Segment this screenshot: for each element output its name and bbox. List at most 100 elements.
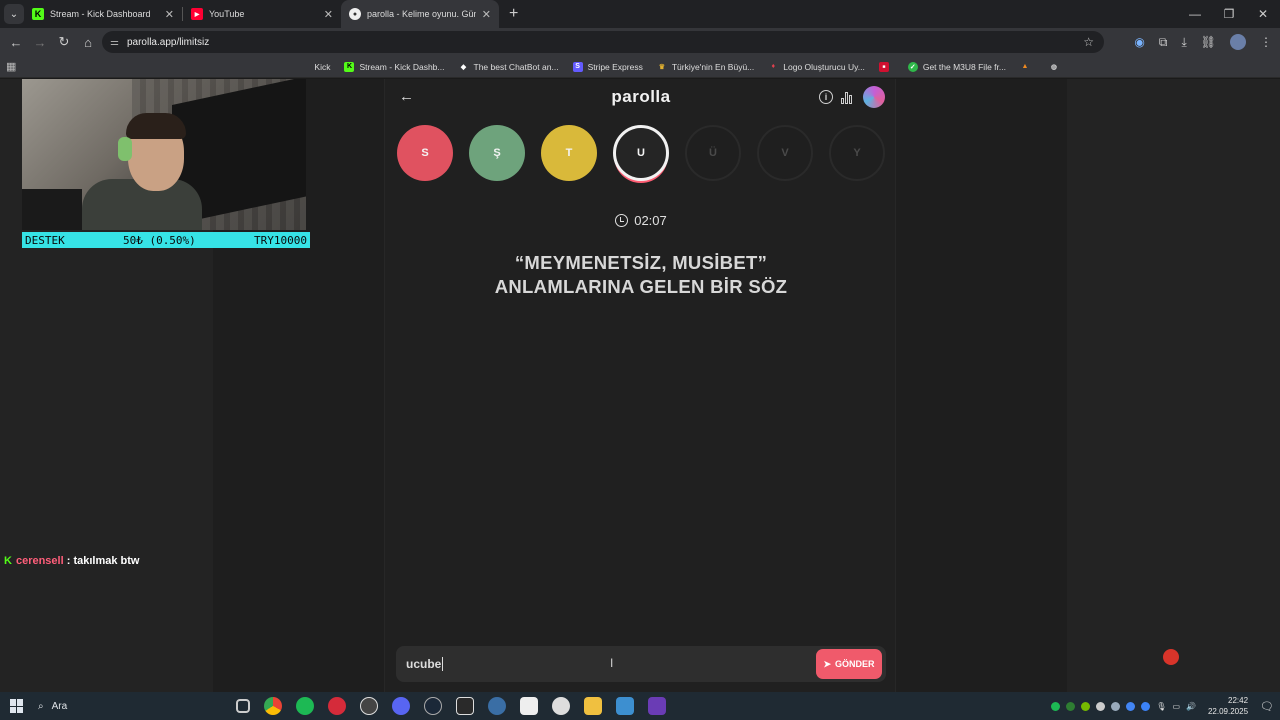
kick-icon: K [344, 61, 355, 72]
taskbar-apps [236, 697, 666, 715]
close-window-button[interactable]: ✕ [1246, 0, 1280, 28]
app-gear-icon[interactable] [616, 697, 634, 715]
spotify-tray-icon[interactable] [1051, 701, 1061, 711]
media-icon[interactable]: ◉ [1134, 35, 1144, 49]
notification-icon[interactable]: 🗨 [1260, 700, 1274, 713]
chrome-tray-icon[interactable] [1126, 701, 1136, 711]
answer-input[interactable]: ucube I ➤ GÖNDER [396, 646, 886, 682]
tomato-icon [1163, 649, 1179, 665]
system-clock[interactable]: 22:42 22.09.2025 [1208, 695, 1248, 717]
browser-toolbar: ← → ↻ ⌂ ⚌ parolla.app/limitsiz ☆ ◉ ⧉ ⤓ ⛓… [0, 28, 1280, 56]
tray-icon[interactable] [1096, 701, 1106, 711]
bookmark-label: Kick [314, 61, 331, 72]
microphone-icon[interactable]: 🎙 [1156, 702, 1166, 711]
letter-current: U [613, 125, 669, 181]
capcut-icon[interactable] [520, 697, 538, 715]
app-circle-icon[interactable] [360, 697, 378, 715]
reload-icon[interactable]: ↻ [52, 34, 76, 50]
bookmark-label: Türkiye'nin En Büyü... [671, 61, 755, 72]
info-icon[interactable]: i [819, 90, 833, 104]
close-icon[interactable]: ✕ [482, 8, 491, 21]
address-bar[interactable]: ⚌ parolla.app/limitsiz ☆ [102, 31, 1104, 53]
app-purple-icon[interactable] [648, 697, 666, 715]
windows-start-icon[interactable] [10, 699, 24, 713]
clock-date: 22.09.2025 [1207, 707, 1249, 716]
search-placeholder: Ara [51, 700, 68, 712]
taskbar-search[interactable]: ⌕ Ara [38, 695, 228, 717]
steam-icon[interactable] [424, 697, 442, 715]
extensions-icon[interactable]: ⧉ [1159, 35, 1168, 50]
letter-correct: Ş [469, 125, 525, 181]
tab-search-button[interactable]: ⌄ [4, 4, 24, 24]
chrome-icon[interactable] [264, 697, 282, 715]
obs-icon[interactable] [552, 697, 570, 715]
bookmark-stream-kick[interactable]: K Stream - Kick Dashb... [344, 61, 445, 72]
steam-tray-icon[interactable] [1111, 701, 1121, 711]
bookmark-kick[interactable]: Kick [314, 62, 330, 72]
close-icon[interactable]: ✕ [165, 8, 174, 21]
chair [22, 189, 82, 230]
bookmark-label: Stream - Kick Dashb... [359, 61, 445, 72]
bookmark-m3u8[interactable]: ✓ Get the M3U8 File fr... [907, 61, 1006, 72]
tab-youtube[interactable]: ▶ YouTube ✕ [183, 0, 341, 28]
app-blue-icon[interactable] [488, 697, 506, 715]
home-icon[interactable]: ⌂ [76, 35, 100, 50]
bookmark-stripe[interactable]: S Stripe Express [572, 61, 643, 72]
profile-avatar[interactable] [1230, 34, 1246, 50]
bookmark-arrow[interactable]: ▲ [1020, 62, 1035, 72]
volume-icon[interactable]: 🔊 [1186, 702, 1196, 711]
parolla-icon: ● [349, 8, 361, 20]
bookmark-chatbot[interactable]: ◆ The best ChatBot an... [459, 62, 559, 72]
spotify-icon[interactable] [296, 697, 314, 715]
download-icon[interactable]: ⤓ [1181, 35, 1186, 50]
app-red-icon[interactable] [328, 697, 346, 715]
letter-wrong: S [397, 125, 453, 181]
bookmark-star-icon[interactable]: ☆ [1083, 35, 1094, 49]
file-explorer-icon[interactable] [584, 697, 602, 715]
epic-games-icon[interactable] [456, 697, 474, 715]
bluetooth-icon[interactable] [1141, 701, 1151, 711]
tab-parolla[interactable]: ● parolla - Kelime oyunu. Günlük ✕ [341, 0, 499, 28]
bookmark-globe[interactable]: ◍ [1049, 62, 1064, 72]
bookmark-turkiye[interactable]: ♛ Türkiye'nin En Büyü... [657, 61, 755, 72]
forward-icon[interactable]: → [28, 35, 52, 50]
link-icon[interactable]: ⛓ [1201, 35, 1216, 49]
donation-bar: DESTEK 50₺ (0.50%) TRY10000 [22, 232, 310, 248]
search-icon: ⌕ [38, 700, 44, 712]
close-icon[interactable]: ✕ [324, 8, 333, 21]
user-avatar[interactable] [863, 86, 885, 108]
chat-separator: : [63, 555, 74, 567]
page-viewport: DESTEK 50₺ (0.50%) TRY10000 K cerensell … [0, 79, 1280, 692]
webcam-feed [22, 79, 306, 230]
minimize-button[interactable]: — [1178, 0, 1212, 28]
menu-icon[interactable]: ⋮ [1260, 35, 1272, 49]
tab-kick-dashboard[interactable]: K Stream - Kick Dashboard ✕ [24, 0, 182, 28]
letter-skipped: T [541, 125, 597, 181]
discord-icon[interactable] [392, 697, 410, 715]
tab-title: YouTube [209, 9, 245, 19]
apps-grid-icon[interactable]: ▦ [6, 60, 16, 73]
app-header: ← parolla i [385, 79, 897, 117]
globe-icon: ◍ [1050, 63, 1058, 71]
bookmark-logo[interactable]: ♦ Logo Oluşturucu Uy... [768, 62, 864, 72]
send-label: GÖNDER [835, 659, 875, 669]
back-icon[interactable]: ← [4, 35, 28, 50]
kick-icon: K [32, 8, 44, 20]
send-button[interactable]: ➤ GÖNDER [816, 649, 882, 679]
site-info-icon[interactable]: ⚌ [110, 37, 119, 48]
streamer-hair [126, 113, 186, 139]
restore-button[interactable]: ❐ [1212, 0, 1246, 28]
kick-icon: K [4, 555, 12, 567]
stats-icon[interactable] [841, 90, 855, 104]
question-text: “MEYMENETSİZ, MUSİBET” ANLAMLARINA GELEN… [425, 251, 857, 299]
text-caret [442, 657, 444, 671]
tray-green-icon[interactable] [1066, 701, 1076, 711]
new-tab-button[interactable]: + [509, 5, 518, 23]
nvidia-icon[interactable] [1081, 701, 1091, 711]
tab-title: parolla - Kelime oyunu. Günlük [367, 9, 476, 19]
check-circle-icon: ✓ [907, 61, 918, 72]
network-icon[interactable]: ▭ [1172, 702, 1180, 711]
task-view-icon[interactable] [236, 699, 250, 713]
url-text: parolla.app/limitsiz [126, 36, 210, 48]
bookmark-red-icon[interactable]: ■ [878, 61, 894, 72]
